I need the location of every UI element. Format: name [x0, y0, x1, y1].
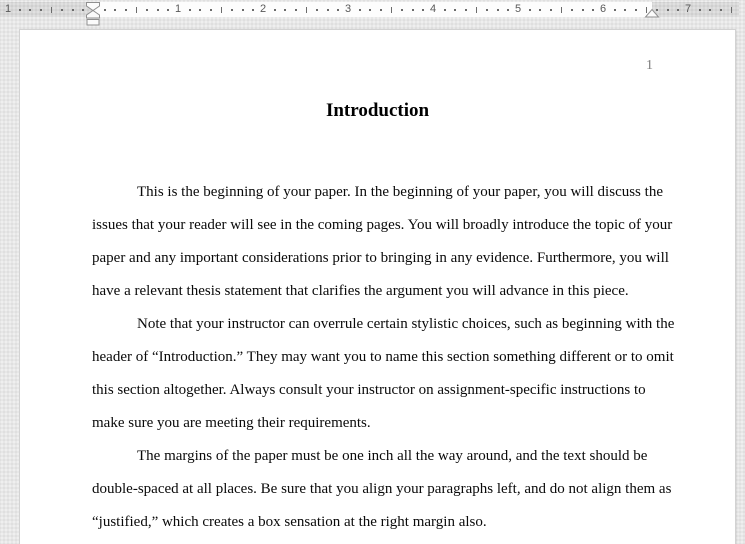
ruler-number: 2: [259, 3, 267, 15]
ruler-tick: [39, 9, 42, 11]
ruler-tick: [241, 9, 244, 11]
body-line[interactable]: issues that your reader will see in the …: [92, 209, 672, 242]
hanging-indent-marker[interactable]: [86, 9, 100, 19]
ruler-tick: [61, 9, 64, 11]
ruler-tick: [379, 9, 382, 11]
body-line[interactable]: have a relevant thesis statement that cl…: [92, 275, 654, 308]
ruler-halfinch-tick: [305, 7, 307, 13]
ruler-tick: [613, 9, 616, 11]
ruler-tick: [549, 9, 552, 11]
body-line[interactable]: header of “Introduction.” They may want …: [92, 341, 674, 374]
ruler-tick: [188, 9, 191, 11]
left-indent-marker[interactable]: [86, 19, 100, 26]
ruler-tick: [401, 9, 404, 11]
body-line[interactable]: This is the beginning of your paper. In …: [92, 176, 663, 209]
ruler-tick: [581, 9, 584, 11]
ruler-tick: [454, 9, 457, 11]
ruler-tick: [571, 9, 574, 11]
body-line[interactable]: paper and any important considerations p…: [92, 242, 669, 275]
ruler-number: 4: [429, 3, 437, 15]
word-document-view: 1 1 2 3 4 5 6 7 1 Introduction This is the begi…: [0, 0, 745, 544]
ruler-tick: [146, 9, 149, 11]
body-line[interactable]: The margins of the paper must be one inc…: [92, 440, 654, 473]
ruler-tick: [358, 9, 361, 11]
ruler-halfinch-tick: [50, 7, 52, 13]
first-line-indent-marker[interactable]: [86, 2, 100, 12]
ruler-tick: [167, 9, 170, 11]
ruler-tick: [337, 9, 340, 11]
ruler-number: 1: [4, 3, 12, 15]
page-number[interactable]: 1: [92, 58, 653, 73]
ruler-tick: [411, 9, 414, 11]
body-line[interactable]: “justified,” which creates a box sensati…: [92, 506, 654, 539]
ruler-tick: [326, 9, 329, 11]
left-indent-markers[interactable]: [86, 2, 100, 26]
ruler-number: 5: [514, 3, 522, 15]
ruler-tick: [624, 9, 627, 11]
right-indent-triangle-icon[interactable]: [644, 8, 660, 18]
ruler-tick: [209, 9, 212, 11]
ruler-tick: [677, 9, 680, 11]
ruler-tick: [539, 9, 542, 11]
ruler-tick: [199, 9, 202, 11]
ruler-tick: [666, 9, 669, 11]
ruler-tick: [496, 9, 499, 11]
document-page[interactable]: 1 Introduction This is the beginning of …: [20, 30, 735, 544]
ruler-tick: [124, 9, 127, 11]
ruler-tick: [698, 9, 701, 11]
ruler-tick: [709, 9, 712, 11]
ruler-tick: [231, 9, 234, 11]
ruler-tick: [71, 9, 74, 11]
ruler-number: 6: [599, 3, 607, 15]
ruler-number: 1: [174, 3, 182, 15]
body-line[interactable]: Note that your instructor can overrule c…: [92, 308, 674, 341]
ruler-tick: [103, 9, 106, 11]
ruler-tick: [252, 9, 255, 11]
right-indent-marker[interactable]: [644, 8, 660, 18]
ruler-halfinch-tick: [560, 7, 562, 13]
ruler-tick: [528, 9, 531, 11]
ruler-tick: [294, 9, 297, 11]
ruler-tick: [719, 9, 722, 11]
ruler-tick: [443, 9, 446, 11]
ruler-tick: [284, 9, 287, 11]
ruler-tick: [369, 9, 372, 11]
ruler-halfinch-tick: [475, 7, 477, 13]
ruler-tick: [486, 9, 489, 11]
ruler-tick: [156, 9, 159, 11]
ruler-number: 7: [684, 3, 692, 15]
horizontal-ruler[interactable]: 1 1 2 3 4 5 6 7: [0, 2, 739, 26]
body-line[interactable]: this section altogether. Always consult …: [92, 374, 654, 407]
ruler-tick: [422, 9, 425, 11]
ruler-halfinch-tick: [135, 7, 137, 13]
ruler-tick: [507, 9, 510, 11]
body-line[interactable]: make sure you are meeting their requirem…: [92, 407, 654, 440]
ruler-number: 3: [344, 3, 352, 15]
ruler-halfinch-tick: [390, 7, 392, 13]
ruler-tick: [464, 9, 467, 11]
ruler-tick: [18, 9, 21, 11]
ruler-tick: [29, 9, 32, 11]
ruler-halfinch-tick: [220, 7, 222, 13]
ruler-tick: [634, 9, 637, 11]
document-heading[interactable]: Introduction: [20, 100, 735, 122]
ruler-tick: [592, 9, 595, 11]
body-line[interactable]: double-spaced at all places. Be sure tha…: [92, 473, 671, 506]
ruler-tick: [82, 9, 85, 11]
ruler-tick: [273, 9, 276, 11]
ruler-tick: [114, 9, 117, 11]
ruler-halfinch-tick: [730, 7, 732, 13]
document-body[interactable]: This is the beginning of your paper. In …: [92, 176, 674, 539]
ruler-tick: [316, 9, 319, 11]
